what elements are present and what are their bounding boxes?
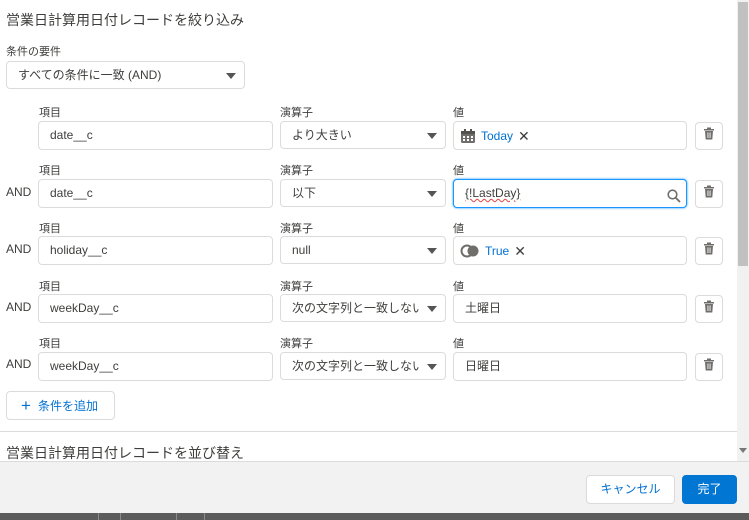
field-input[interactable]: date__c (38, 121, 273, 150)
value-pill[interactable]: True ✕ (460, 241, 526, 261)
value-label: 値 (453, 338, 464, 350)
field-label: 項目 (39, 223, 61, 235)
and-label: AND (6, 185, 32, 199)
window-bottom-strip (0, 513, 749, 520)
field-label: 項目 (39, 338, 61, 350)
value-label: 値 (453, 165, 464, 177)
field-input[interactable]: holiday__c (38, 236, 273, 265)
strip-divider (98, 513, 99, 520)
delete-row-button[interactable] (695, 295, 723, 323)
search-icon[interactable] (667, 186, 681, 207)
operator-label: 演算子 (280, 165, 313, 177)
field-label: 項目 (39, 281, 61, 293)
operator-value: より大きい (292, 128, 352, 142)
operator-select[interactable]: null (280, 236, 446, 264)
pill-label: Today (481, 128, 514, 143)
trash-icon (703, 300, 715, 318)
add-condition-button[interactable]: + 条件を追加 (6, 391, 115, 420)
chevron-down-icon (427, 248, 437, 254)
value-input[interactable]: 日曜日 (453, 352, 687, 381)
filter-panel: 営業日計算用日付レコードを絞り込み 条件の要件 すべての条件に一致 (AND) … (0, 0, 737, 461)
value-label: 値 (453, 107, 464, 119)
chevron-down-icon (226, 73, 236, 79)
delete-row-button[interactable] (695, 180, 723, 208)
scroll-down-arrow-icon[interactable] (739, 448, 747, 453)
close-icon[interactable]: ✕ (518, 129, 530, 143)
value-text: {!LastDay} (465, 186, 521, 200)
value-pill[interactable]: Today ✕ (460, 126, 530, 146)
strip-divider (176, 513, 177, 520)
value-label: 値 (453, 223, 464, 235)
close-icon[interactable]: ✕ (514, 244, 526, 258)
operator-label: 演算子 (280, 223, 313, 235)
sort-section-title: 営業日計算用日付レコードを並び替え (6, 445, 244, 461)
done-button[interactable]: 完了 (682, 475, 737, 504)
operator-value: 以下 (292, 186, 317, 200)
value-search-input[interactable]: {!LastDay} (453, 179, 687, 208)
condition-requirement-label: 条件の要件 (6, 46, 61, 58)
toggle-icon (460, 244, 480, 258)
field-input[interactable]: weekDay__c (38, 352, 273, 381)
chevron-down-icon (427, 306, 437, 312)
chevron-down-icon (427, 191, 437, 197)
trash-icon (703, 358, 715, 376)
add-condition-label: 条件を追加 (37, 399, 98, 413)
trash-icon (703, 242, 715, 260)
operator-value: null (292, 243, 311, 257)
condition-requirement-select[interactable]: すべての条件に一致 (AND) (6, 61, 245, 89)
pill-label: True (485, 243, 510, 258)
strip-divider (120, 513, 121, 520)
modal-footer: キャンセル 完了 (0, 461, 749, 513)
field-input[interactable]: date__c (38, 179, 273, 208)
operator-select[interactable]: 次の文字列と一致しない (280, 352, 446, 380)
calendar-icon (460, 128, 476, 144)
value-input[interactable]: True ✕ (453, 236, 687, 265)
value-input[interactable]: Today ✕ (453, 121, 687, 150)
delete-row-button[interactable] (695, 237, 723, 265)
and-label: AND (6, 300, 32, 314)
vertical-scrollbar[interactable] (737, 0, 749, 461)
field-input[interactable]: weekDay__c (38, 294, 273, 323)
delete-row-button[interactable] (695, 353, 723, 381)
trash-icon (703, 185, 715, 203)
operator-label: 演算子 (280, 281, 313, 293)
field-label: 項目 (39, 165, 61, 177)
scrollbar-thumb[interactable] (738, 2, 748, 266)
and-label: AND (6, 242, 32, 256)
condition-requirement-value: すべての条件に一致 (AND) (18, 68, 162, 82)
operator-select[interactable]: 以下 (280, 179, 446, 207)
trash-icon (703, 127, 715, 145)
strip-divider (204, 513, 205, 520)
and-label: AND (6, 357, 32, 371)
operator-select[interactable]: より大きい (280, 121, 446, 149)
chevron-down-icon (427, 133, 437, 139)
value-input[interactable]: 土曜日 (453, 294, 687, 323)
operator-value: 次の文字列と一致しない (292, 301, 419, 315)
chevron-down-icon (427, 364, 437, 370)
operator-select[interactable]: 次の文字列と一致しない (280, 294, 446, 322)
operator-label: 演算子 (280, 107, 313, 119)
value-label: 値 (453, 281, 464, 293)
add-icon: + (21, 395, 31, 415)
field-label: 項目 (39, 107, 61, 119)
operator-value: 次の文字列と一致しない (292, 359, 419, 373)
filter-section-title: 営業日計算用日付レコードを絞り込み (6, 12, 244, 28)
cancel-button[interactable]: キャンセル (586, 475, 675, 504)
section-divider (0, 431, 737, 432)
delete-row-button[interactable] (695, 122, 723, 150)
operator-label: 演算子 (280, 338, 313, 350)
